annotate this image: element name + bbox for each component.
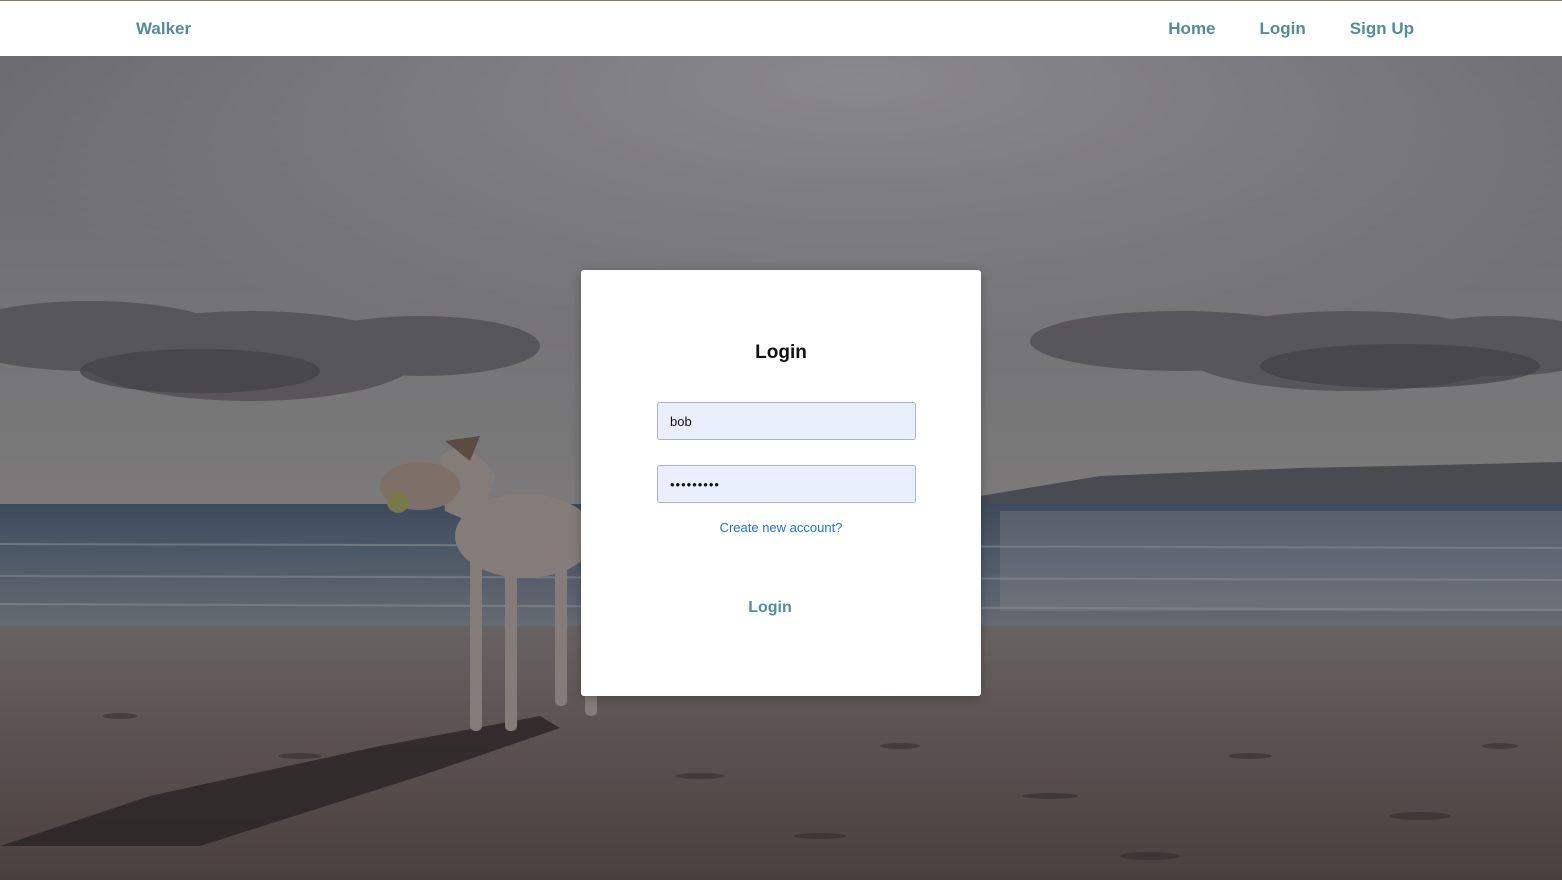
login-submit-button[interactable]: Login <box>721 595 819 621</box>
nav-link-signup[interactable]: Sign Up <box>1350 19 1414 39</box>
create-account-link[interactable]: Create new account? <box>581 520 981 535</box>
login-title: Login <box>755 342 807 363</box>
top-navbar: Walker Home Login Sign Up <box>0 0 1562 56</box>
brand-logo-link[interactable]: Walker <box>136 19 191 39</box>
login-page: Walker Home Login Sign Up Login bob ••••… <box>0 0 1562 880</box>
nav-links: Home Login Sign Up <box>1168 19 1414 39</box>
nav-link-home[interactable]: Home <box>1168 19 1215 39</box>
username-input[interactable] <box>657 402 916 440</box>
login-card: Login Create new account? Login <box>581 270 981 696</box>
nav-link-login[interactable]: Login <box>1260 19 1306 39</box>
password-input[interactable] <box>657 465 916 503</box>
